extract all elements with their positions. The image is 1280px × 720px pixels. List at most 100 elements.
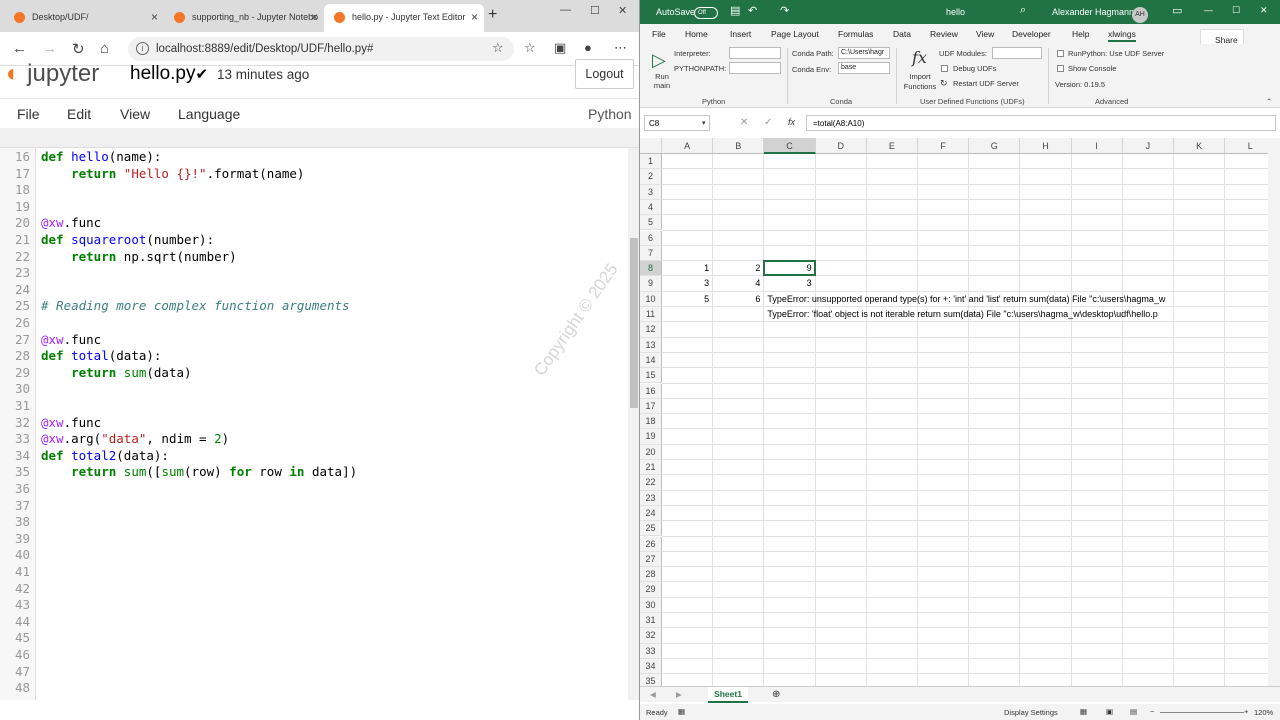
browser-tab-editor[interactable]: hello.py - Jupyter Text Editor × [324,4,484,32]
cell-c11[interactable]: TypeError: 'float' object is not iterabl… [767,309,1157,319]
restart-udf-button[interactable]: Restart UDF Server [953,79,1019,88]
undo-icon[interactable]: ↶ [748,4,757,17]
favorites-icon[interactable]: ☆ [524,40,536,56]
row-header-6[interactable]: 6 [640,230,662,246]
menu-view[interactable]: View [120,106,150,122]
row-header-30[interactable]: 30 [640,597,662,613]
enter-icon[interactable]: ✓ [764,117,772,128]
cell-a8[interactable]: 1 [662,263,709,273]
url-field[interactable]: i localhost:8889/edit/Desktop/UDF/hello.… [128,37,514,61]
row-header-11[interactable]: 11 [640,307,662,323]
cell-c10[interactable]: TypeError: unsupported operand type(s) f… [767,294,1165,304]
star-icon[interactable]: ☆ [492,40,504,56]
ribbon-tab-xlwings[interactable]: xlwings [1108,29,1136,42]
code-line[interactable]: return np.sqrt(number) [41,249,237,264]
cell-c9[interactable]: 3 [764,278,812,288]
page-layout-icon[interactable]: ▣ [1106,707,1113,716]
code-line[interactable]: @xw.func [41,332,101,347]
jupyter-logo[interactable]: ◐ jupyter [6,60,99,88]
row-header-1[interactable]: 1 [640,154,662,170]
row-header-4[interactable]: 4 [640,199,662,216]
menu-language[interactable]: Language [178,106,240,122]
logout-button[interactable]: Logout [575,59,634,89]
conda-path-input[interactable]: C:\Users\hagr [838,47,890,59]
more-icon[interactable]: ⋯ [614,40,627,56]
udf-modules-input[interactable] [992,47,1042,59]
maximize-icon[interactable]: ☐ [1232,5,1240,16]
row-header-17[interactable]: 17 [640,398,662,415]
profile-icon[interactable]: ● [584,40,592,55]
row-header-34[interactable]: 34 [640,658,662,675]
next-sheet-icon[interactable]: ▶ [676,690,682,699]
conda-env-input[interactable]: base [838,62,890,74]
cell-b9[interactable]: 4 [713,278,760,288]
share-button[interactable]: Share [1200,29,1244,45]
autosave-toggle[interactable]: Off [694,7,718,19]
ribbon-tab-home[interactable]: Home [685,29,708,39]
cell-b10[interactable]: 6 [713,294,760,304]
row-header-8[interactable]: 8 [640,261,662,277]
scroll-thumb[interactable] [630,238,638,408]
row-header-29[interactable]: 29 [640,582,662,598]
code-editor[interactable]: 16 17 18 19 20 21 22 23 24 25 26 27 28 29 30 31 32 33 34 35… [0,148,628,700]
row-header-22[interactable]: 22 [640,475,662,491]
info-icon[interactable]: i [136,42,149,55]
back-icon[interactable]: ← [12,40,27,57]
close-window-icon[interactable]: ✕ [1260,5,1268,16]
prev-sheet-icon[interactable]: ◀ [650,690,656,699]
row-header-13[interactable]: 13 [640,337,662,353]
save-icon[interactable]: ▤ [730,4,740,17]
row-header-16[interactable]: 16 [640,383,662,399]
run-icon[interactable]: ▷ [652,50,666,71]
column-header-e[interactable]: E [866,138,918,154]
row-header-24[interactable]: 24 [640,505,662,522]
cell-a10[interactable]: 5 [662,294,709,304]
column-header-i[interactable]: I [1071,138,1123,154]
column-header-c[interactable]: C [764,138,816,154]
code-line[interactable]: def total2(data): [41,448,169,463]
formula-input[interactable]: =total(A8:A10) [806,115,1276,131]
close-icon[interactable]: × [151,10,158,24]
close-window-icon[interactable]: ✕ [618,4,627,17]
search-icon[interactable]: ⌕ [1020,4,1026,17]
show-console-checkbox[interactable] [1057,65,1064,72]
ribbon-tab-page-layout[interactable]: Page Layout [771,29,819,39]
ribbon-tab-file[interactable]: File [652,29,666,39]
import-functions-button[interactable]: Import Functions [902,72,938,92]
ribbon-display-icon[interactable]: ▭ [1172,4,1182,17]
close-icon[interactable]: × [471,10,478,24]
column-header-g[interactable]: G [969,138,1021,154]
zoom-in-icon[interactable]: + [1244,707,1248,716]
menu-file[interactable]: File [17,106,40,122]
ribbon-tab-review[interactable]: Review [930,29,958,39]
reload-icon[interactable]: ↻ [72,40,85,58]
interpreter-input[interactable] [729,47,781,59]
row-header-31[interactable]: 31 [640,613,662,629]
home-icon[interactable]: ⌂ [100,40,109,57]
close-icon[interactable]: × [311,10,318,24]
pythonpath-input[interactable] [729,62,781,74]
row-header-26[interactable]: 26 [640,536,662,552]
document-title[interactable]: hello [946,7,965,17]
file-name[interactable]: hello.py✔ [130,63,208,85]
page-break-icon[interactable]: ▤ [1130,707,1137,716]
row-header-25[interactable]: 25 [640,521,662,537]
cell-a9[interactable]: 3 [662,278,709,288]
normal-view-icon[interactable]: ▦ [1080,707,1087,716]
row-header-14[interactable]: 14 [640,352,662,369]
collections-icon[interactable]: ▣ [554,40,566,56]
row-header-23[interactable]: 23 [640,490,662,506]
restart-icon[interactable]: ↻ [940,78,948,89]
column-header-h[interactable]: H [1020,138,1072,154]
code-line[interactable]: return sum([sum(row) for row in data]) [41,464,357,479]
column-header-f[interactable]: F [918,138,970,154]
browser-tab-notebook[interactable]: supporting_nb - Jupyter Notebo × [164,4,324,32]
add-sheet-icon[interactable]: ⊕ [772,689,780,700]
run-main-button[interactable]: Run main [650,72,674,90]
minimize-icon[interactable]: — [1204,5,1213,15]
column-header-d[interactable]: D [815,138,867,154]
chevron-down-icon[interactable]: ▾ [702,119,706,127]
row-header-12[interactable]: 12 [640,322,662,338]
forward-icon[interactable]: → [42,40,57,57]
code-line[interactable]: @xw.func [41,215,101,230]
